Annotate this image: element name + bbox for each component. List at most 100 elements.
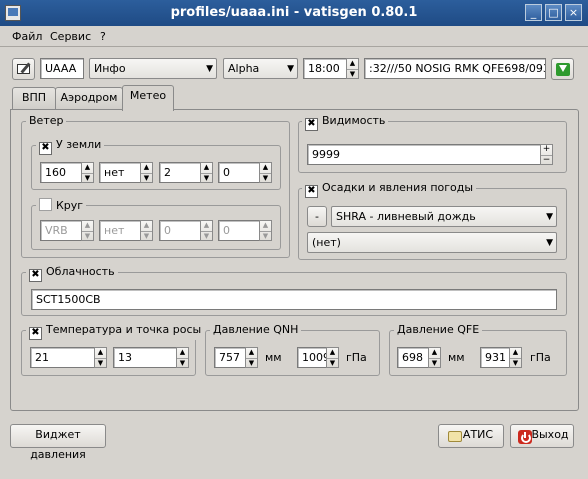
spin-down-icon[interactable]: ▼: [347, 70, 358, 80]
qnh-hpa-input[interactable]: 1009: [297, 347, 327, 368]
maximize-button[interactable]: □: [545, 4, 562, 21]
minus-icon[interactable]: −: [541, 155, 552, 166]
spin-up-icon[interactable]: ▲: [201, 221, 212, 232]
spin-down-icon[interactable]: ▼: [82, 174, 93, 184]
qfe-mm-spinner[interactable]: ▲ ▼: [428, 347, 441, 368]
spin-down-icon[interactable]: ▼: [177, 359, 188, 369]
dewpoint-spinner[interactable]: ▲ ▼: [176, 347, 189, 368]
spin-up-icon[interactable]: ▲: [260, 221, 271, 232]
spin-up-icon[interactable]: ▲: [141, 163, 152, 174]
ground-wind-checkbox[interactable]: ✖ У земли: [36, 138, 105, 155]
circle-wind-speed-spinner[interactable]: ▲ ▼: [200, 220, 213, 241]
spin-down-icon[interactable]: ▼: [327, 359, 338, 369]
circle-wind-variation-input[interactable]: нет: [99, 220, 141, 241]
spin-down-icon[interactable]: ▼: [201, 232, 212, 242]
minimize-button[interactable]: _: [525, 4, 542, 21]
clouds-input[interactable]: SCT1500CB: [31, 289, 557, 310]
tab-meteo[interactable]: Метео: [122, 85, 174, 111]
temperature-spinner[interactable]: ▲ ▼: [94, 347, 107, 368]
checkbox-checked-icon: ✖: [39, 142, 52, 155]
dewpoint-input[interactable]: 13: [113, 347, 177, 368]
close-window-button[interactable]: ×: [565, 4, 582, 21]
circle-wind-direction-spinner[interactable]: ▲ ▼: [81, 220, 94, 241]
circle-wind-direction-input[interactable]: VRB: [40, 220, 82, 241]
icao-input[interactable]: UAAA: [40, 58, 84, 79]
circle-wind-gust-input[interactable]: 0: [218, 220, 260, 241]
menu-bar: Файл Сервис ?: [0, 26, 588, 46]
tab-aerodrome[interactable]: Аэродром: [55, 87, 123, 110]
spin-down-icon[interactable]: ▼: [510, 359, 521, 369]
info-select[interactable]: Инфо ▼: [89, 58, 217, 79]
circle-wind-gust-spinner[interactable]: ▲ ▼: [259, 220, 272, 241]
pressure-widget-button[interactable]: Виджет давления: [10, 424, 106, 461]
atis-button[interactable]: АТИС: [438, 424, 504, 448]
weather-checkbox[interactable]: ✖ Осадки и явления погоды: [302, 181, 477, 198]
circle-wind-checkbox[interactable]: Круг: [36, 198, 87, 212]
phenomenon-select[interactable]: SHRA - ливневый дождь ▼: [331, 206, 557, 227]
atis-icon: [448, 431, 462, 442]
chevron-down-icon: ▼: [287, 64, 294, 74]
ground-wind-speed-input[interactable]: 2: [159, 162, 201, 183]
spin-up-icon[interactable]: ▲: [260, 163, 271, 174]
spin-up-icon[interactable]: ▲: [510, 348, 521, 359]
ground-wind-speed-spinner[interactable]: ▲ ▼: [200, 162, 213, 183]
spin-down-icon[interactable]: ▼: [95, 359, 106, 369]
metar-input[interactable]: :32///50 NOSIG RMK QFE698/0931: [364, 58, 546, 79]
title-bar[interactable]: profiles/uaaa.ini - vatisgen 0.80.1 _ □ …: [0, 0, 588, 26]
spin-up-icon[interactable]: ▲: [347, 59, 358, 70]
spin-up-icon[interactable]: ▲: [82, 221, 93, 232]
spin-up-icon[interactable]: ▲: [246, 348, 257, 359]
spin-down-icon[interactable]: ▼: [141, 174, 152, 184]
visibility-checkbox[interactable]: ✖ Видимость: [302, 114, 389, 131]
time-spinner[interactable]: ▲ ▼: [346, 58, 359, 79]
menu-file[interactable]: Файл: [12, 30, 42, 43]
time-input[interactable]: 18:00: [303, 58, 347, 79]
circle-wind-variation-spinner[interactable]: ▲ ▼: [140, 220, 153, 241]
spin-up-icon[interactable]: ▲: [327, 348, 338, 359]
ground-wind-direction-input[interactable]: 160: [40, 162, 82, 183]
menu-help[interactable]: ?: [100, 30, 106, 43]
spin-up-icon[interactable]: ▲: [177, 348, 188, 359]
spin-down-icon[interactable]: ▼: [141, 232, 152, 242]
spin-down-icon[interactable]: ▼: [82, 232, 93, 242]
plus-icon[interactable]: +: [541, 145, 552, 156]
edit-button[interactable]: [12, 58, 35, 80]
intensity-button[interactable]: -: [307, 206, 327, 227]
visibility-input[interactable]: 9999: [307, 144, 541, 165]
qfe-mm-input[interactable]: 698: [397, 347, 429, 368]
ground-wind-gust-spinner[interactable]: ▲ ▼: [259, 162, 272, 183]
qfe-hpa-spinner[interactable]: ▲ ▼: [509, 347, 522, 368]
visibility-spinner[interactable]: + −: [540, 144, 553, 165]
tab-runway[interactable]: ВПП: [12, 87, 56, 110]
menu-service[interactable]: Сервис: [50, 30, 91, 43]
qnh-mm-unit: мм: [265, 351, 282, 364]
spin-up-icon[interactable]: ▲: [429, 348, 440, 359]
alpha-select[interactable]: Alpha ▼: [223, 58, 298, 79]
qnh-mm-spinner[interactable]: ▲ ▼: [245, 347, 258, 368]
ground-wind-variation-input[interactable]: нет: [99, 162, 141, 183]
spin-up-icon[interactable]: ▲: [141, 221, 152, 232]
checkbox-checked-icon: ✖: [305, 118, 318, 131]
ground-wind-direction-spinner[interactable]: ▲ ▼: [81, 162, 94, 183]
spin-down-icon[interactable]: ▼: [201, 174, 212, 184]
spin-down-icon[interactable]: ▼: [246, 359, 257, 369]
atis-button-label: АТИС: [462, 428, 494, 441]
spin-down-icon[interactable]: ▼: [260, 174, 271, 184]
spin-up-icon[interactable]: ▲: [201, 163, 212, 174]
ground-wind-variation-spinner[interactable]: ▲ ▼: [140, 162, 153, 183]
generate-button[interactable]: [551, 58, 574, 80]
qfe-hpa-input[interactable]: 931: [480, 347, 510, 368]
qnh-mm-input[interactable]: 757: [214, 347, 246, 368]
second-phenomenon-select[interactable]: (нет) ▼: [307, 232, 557, 253]
qnh-hpa-spinner[interactable]: ▲ ▼: [326, 347, 339, 368]
spin-down-icon[interactable]: ▼: [260, 232, 271, 242]
temperature-checkbox[interactable]: ✖ Температура и точка росы: [26, 323, 205, 340]
temperature-input[interactable]: 21: [30, 347, 95, 368]
ground-wind-gust-input[interactable]: 0: [218, 162, 260, 183]
exit-button[interactable]: Выход: [510, 424, 574, 448]
spin-up-icon[interactable]: ▲: [82, 163, 93, 174]
spin-down-icon[interactable]: ▼: [429, 359, 440, 369]
spin-up-icon[interactable]: ▲: [95, 348, 106, 359]
clouds-checkbox[interactable]: ✖ Облачность: [26, 265, 118, 282]
circle-wind-speed-input[interactable]: 0: [159, 220, 201, 241]
